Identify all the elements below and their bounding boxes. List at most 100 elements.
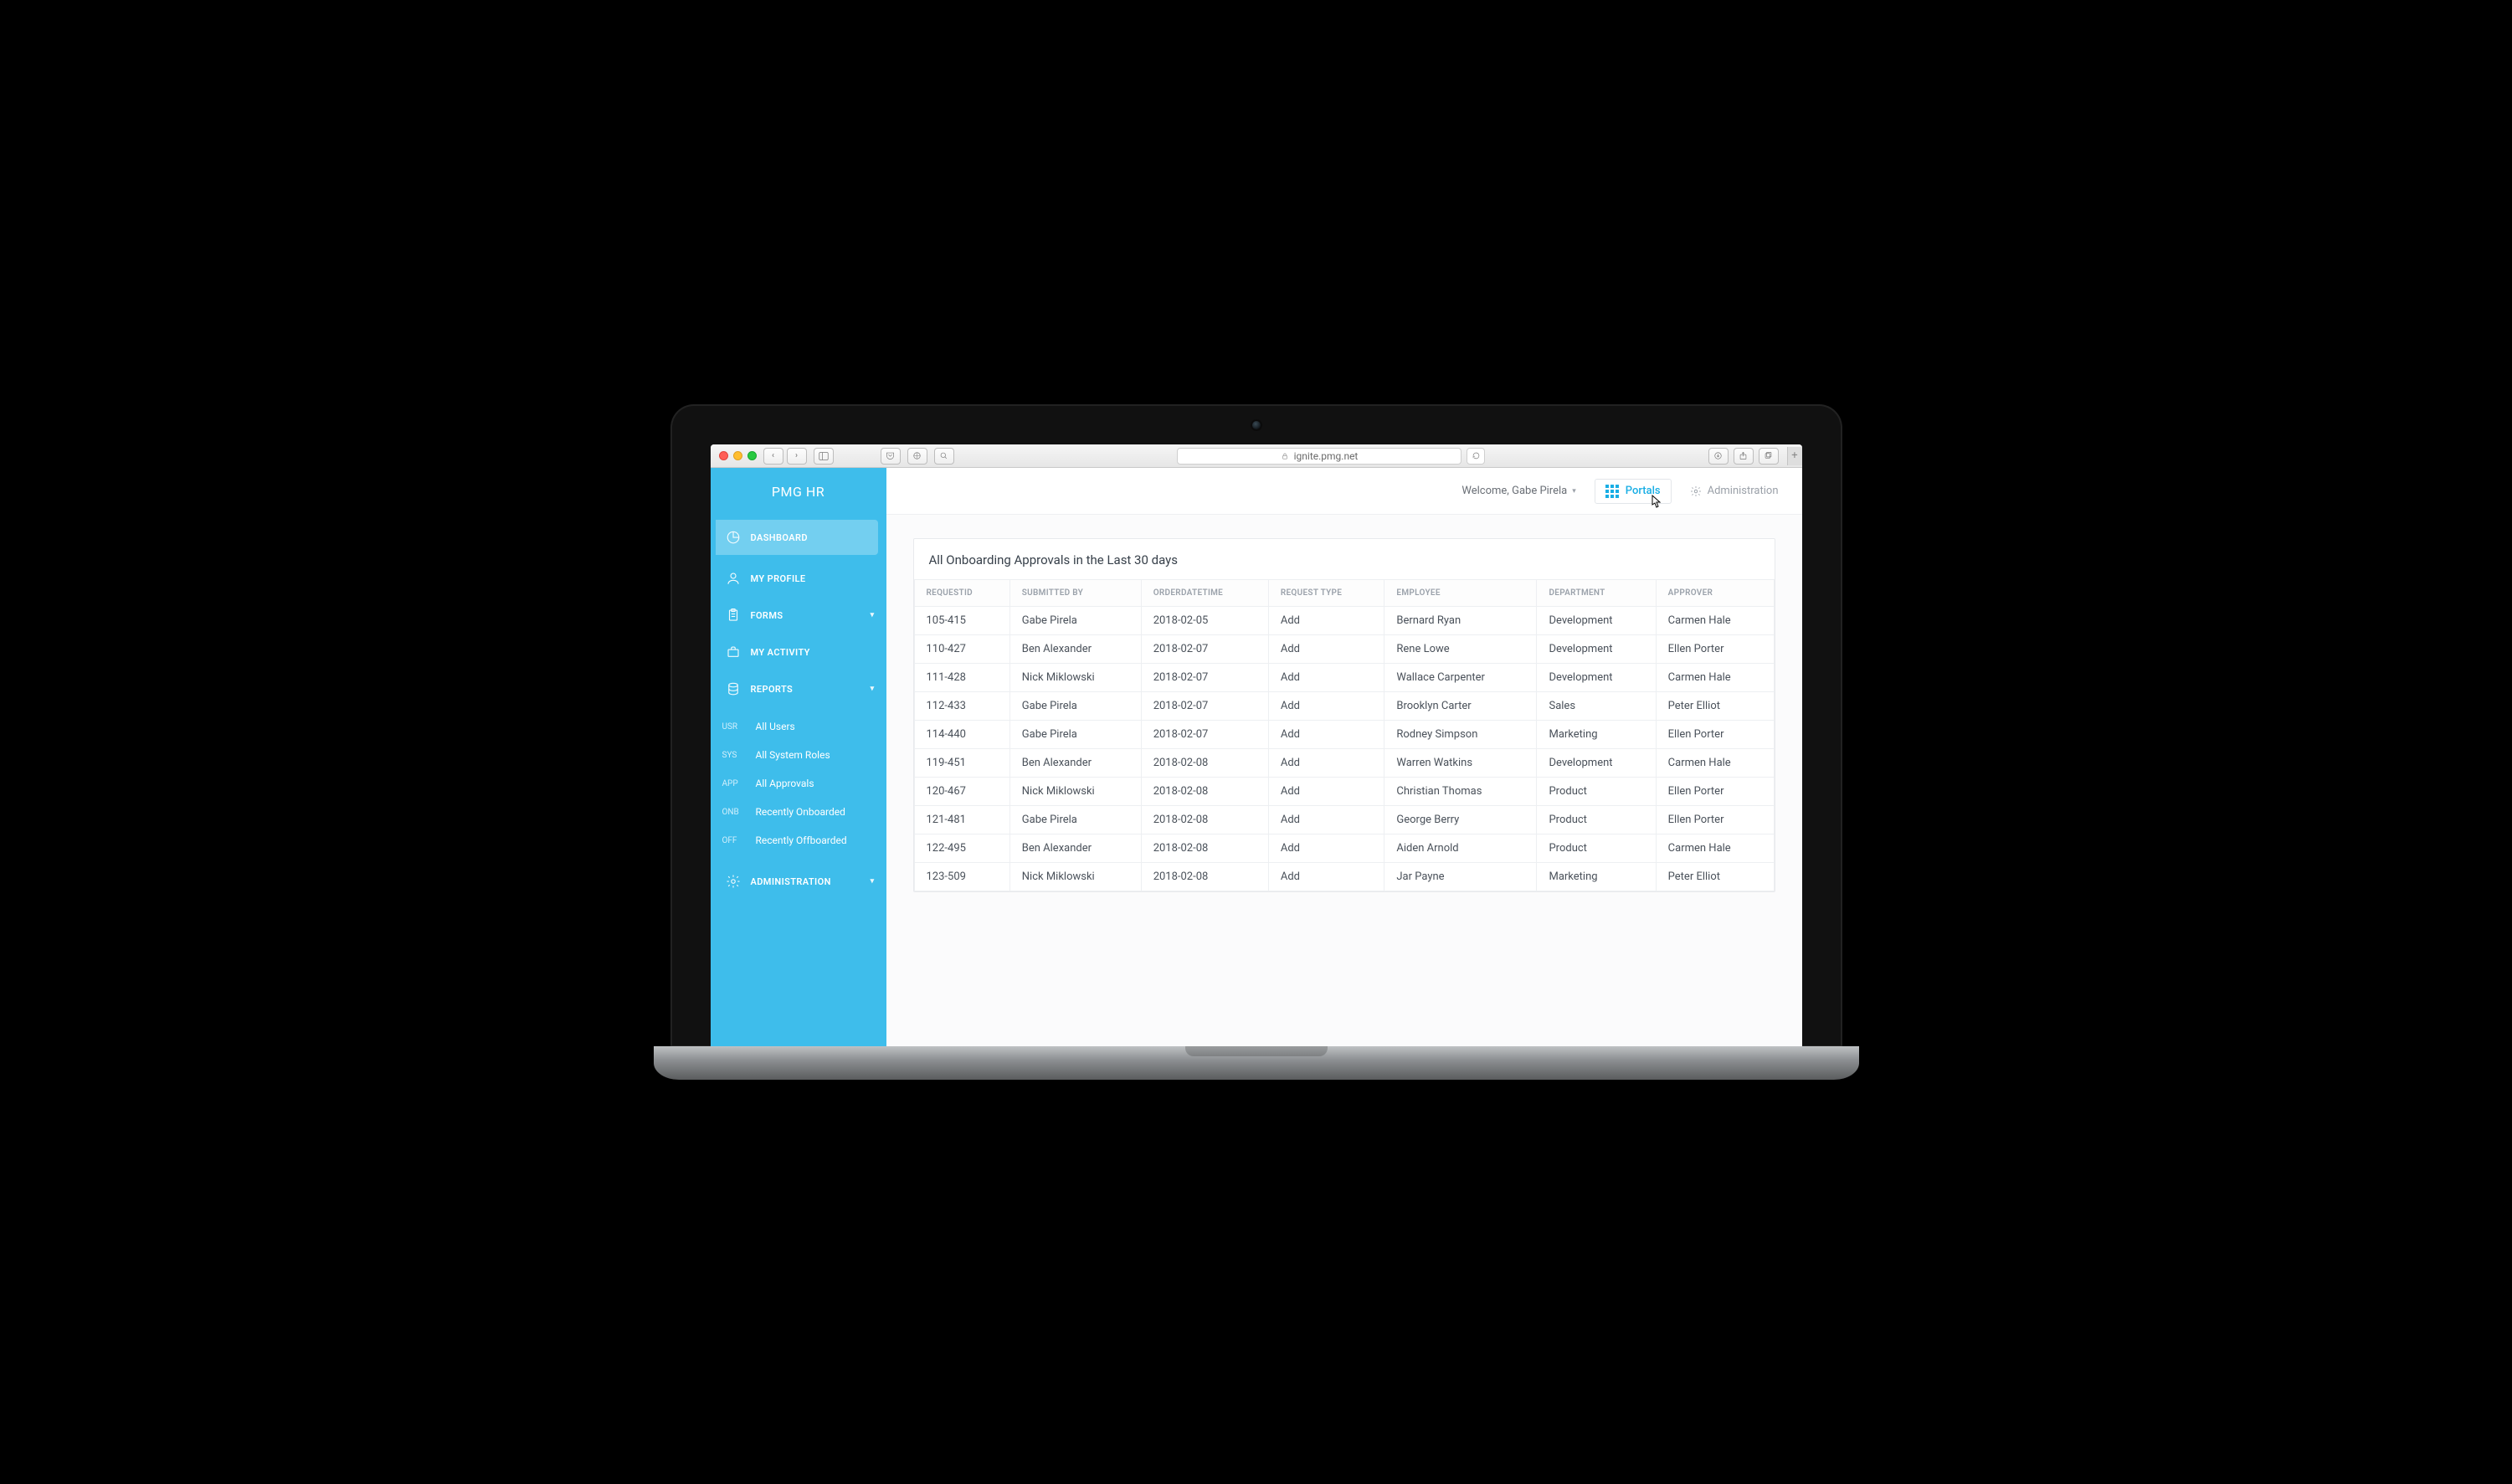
user-menu[interactable]: Welcome, Gabe Pirela ▾ bbox=[1461, 485, 1575, 497]
sidebar-item-administration[interactable]: ADMINISTRATION ▾ bbox=[711, 863, 886, 900]
pocket-button[interactable] bbox=[881, 448, 901, 465]
briefcase-icon bbox=[726, 644, 741, 660]
column-header[interactable]: SUBMITTED BY bbox=[1009, 580, 1141, 607]
column-header[interactable]: DEPARTMENT bbox=[1537, 580, 1656, 607]
portals-button[interactable]: Portals bbox=[1595, 479, 1672, 504]
report-sub-sys[interactable]: SYS All System Roles bbox=[711, 741, 886, 769]
back-button[interactable]: ‹ bbox=[763, 448, 783, 465]
sidebar-item-dashboard[interactable]: DASHBOARD bbox=[716, 520, 878, 555]
table-row[interactable]: 112-433Gabe Pirela2018-02-07AddBrooklyn … bbox=[914, 692, 1774, 721]
report-code: APP bbox=[722, 779, 747, 788]
table-cell: Christian Thomas bbox=[1384, 778, 1537, 806]
address-bar[interactable]: ignite.pmg.net bbox=[1177, 448, 1461, 465]
user-icon bbox=[726, 571, 741, 586]
table-cell: Development bbox=[1537, 635, 1656, 664]
report-code: SYS bbox=[722, 751, 747, 760]
column-header[interactable]: REQUEST TYPE bbox=[1268, 580, 1384, 607]
column-header[interactable]: REQUESTID bbox=[914, 580, 1009, 607]
approvals-table: REQUESTIDSUBMITTED BYORDERDATETIMEREQUES… bbox=[914, 579, 1775, 891]
column-header[interactable]: ORDERDATETIME bbox=[1141, 580, 1268, 607]
table-row[interactable]: 114-440Gabe Pirela2018-02-07AddRodney Si… bbox=[914, 721, 1774, 749]
pocket-icon bbox=[886, 451, 895, 460]
close-window-button[interactable] bbox=[719, 451, 728, 460]
table-cell: Rodney Simpson bbox=[1384, 721, 1537, 749]
new-tab-button[interactable]: + bbox=[1787, 447, 1802, 465]
sidebar-item-label: DASHBOARD bbox=[751, 532, 808, 543]
content: All Onboarding Approvals in the Last 30 … bbox=[886, 515, 1802, 916]
shield-button[interactable] bbox=[907, 448, 927, 465]
table-cell: 105-415 bbox=[914, 607, 1009, 635]
table-cell: Rene Lowe bbox=[1384, 635, 1537, 664]
administration-link[interactable]: Administration bbox=[1690, 485, 1779, 497]
table-cell: Development bbox=[1537, 749, 1656, 778]
pie-icon bbox=[726, 530, 741, 545]
table-cell: Gabe Pirela bbox=[1009, 721, 1141, 749]
report-label: All Approvals bbox=[756, 778, 814, 789]
reload-button[interactable] bbox=[1467, 448, 1485, 465]
report-label: All System Roles bbox=[756, 749, 830, 761]
table-cell: Add bbox=[1268, 834, 1384, 863]
zoom-window-button[interactable] bbox=[747, 451, 757, 460]
table-cell: Development bbox=[1537, 607, 1656, 635]
table-cell: Brooklyn Carter bbox=[1384, 692, 1537, 721]
minimize-window-button[interactable] bbox=[733, 451, 742, 460]
table-cell: Carmen Hale bbox=[1656, 607, 1774, 635]
laptop-mockup: ‹ › ignite bbox=[654, 404, 1859, 1080]
tabs-button[interactable] bbox=[1759, 448, 1779, 465]
table-cell: 119-451 bbox=[914, 749, 1009, 778]
sidebar-item-reports[interactable]: REPORTS▾ bbox=[711, 670, 886, 707]
table-cell: 111-428 bbox=[914, 664, 1009, 692]
gear-icon bbox=[726, 874, 741, 889]
table-cell: Development bbox=[1537, 664, 1656, 692]
table-row[interactable]: 122-495Ben Alexander2018-02-08AddAiden A… bbox=[914, 834, 1774, 863]
table-cell: Gabe Pirela bbox=[1009, 607, 1141, 635]
table-row[interactable]: 110-427Ben Alexander2018-02-07AddRene Lo… bbox=[914, 635, 1774, 664]
table-cell: Add bbox=[1268, 806, 1384, 834]
sidebar-item-myprofile[interactable]: MY PROFILE bbox=[711, 560, 886, 597]
sidebar-item-label: MY ACTIVITY bbox=[751, 647, 810, 658]
table-cell: 123-509 bbox=[914, 863, 1009, 891]
share-button[interactable] bbox=[1734, 448, 1754, 465]
url-text: ignite.pmg.net bbox=[1294, 450, 1359, 462]
table-row[interactable]: 121-481Gabe Pirela2018-02-08AddGeorge Be… bbox=[914, 806, 1774, 834]
card-title: All Onboarding Approvals in the Last 30 … bbox=[914, 539, 1775, 579]
table-cell: 2018-02-07 bbox=[1141, 635, 1268, 664]
column-header[interactable]: EMPLOYEE bbox=[1384, 580, 1537, 607]
table-cell: Add bbox=[1268, 863, 1384, 891]
report-sub-onb[interactable]: ONBRecently Onboarded bbox=[711, 798, 886, 826]
report-sub-off[interactable]: OFFRecently Offboarded bbox=[711, 826, 886, 855]
table-cell: Ellen Porter bbox=[1656, 635, 1774, 664]
table-cell: Add bbox=[1268, 607, 1384, 635]
table-row[interactable]: 120-467Nick Miklowski2018-02-08AddChrist… bbox=[914, 778, 1774, 806]
downloads-button[interactable] bbox=[1708, 448, 1729, 465]
table-row[interactable]: 123-509Nick Miklowski2018-02-08AddJar Pa… bbox=[914, 863, 1774, 891]
table-cell: Add bbox=[1268, 778, 1384, 806]
table-row[interactable]: 119-451Ben Alexander2018-02-08AddWarren … bbox=[914, 749, 1774, 778]
forward-button[interactable]: › bbox=[787, 448, 807, 465]
table-cell: Nick Miklowski bbox=[1009, 863, 1141, 891]
administration-label: Administration bbox=[1708, 485, 1779, 497]
report-sub-usr[interactable]: USRAll Users bbox=[711, 712, 886, 741]
window-controls bbox=[719, 451, 757, 460]
column-header[interactable]: APPROVER bbox=[1656, 580, 1774, 607]
clipboard-icon bbox=[726, 608, 741, 623]
sidebar-item-forms[interactable]: FORMS▾ bbox=[711, 597, 886, 634]
table-cell: Carmen Hale bbox=[1656, 664, 1774, 692]
brand-logo: PMG HR bbox=[711, 468, 886, 515]
sidebar-item-label: MY PROFILE bbox=[751, 573, 806, 584]
camera-icon bbox=[1252, 421, 1261, 429]
table-cell: 2018-02-08 bbox=[1141, 749, 1268, 778]
report-code: USR bbox=[722, 722, 747, 732]
table-cell: 121-481 bbox=[914, 806, 1009, 834]
table-row[interactable]: 105-415Gabe Pirela2018-02-05AddBernard R… bbox=[914, 607, 1774, 635]
laptop-notch bbox=[1185, 1046, 1328, 1056]
table-cell: Peter Elliot bbox=[1656, 692, 1774, 721]
table-cell: Bernard Ryan bbox=[1384, 607, 1537, 635]
reload-icon bbox=[1472, 451, 1481, 460]
table-row[interactable]: 111-428Nick Miklowski2018-02-07AddWallac… bbox=[914, 664, 1774, 692]
sidebar-toggle-button[interactable] bbox=[814, 448, 834, 465]
sidebar-item-myactivity[interactable]: MY ACTIVITY bbox=[711, 634, 886, 670]
search-button[interactable] bbox=[934, 448, 954, 465]
table-cell: Product bbox=[1537, 834, 1656, 863]
report-sub-app[interactable]: APP All Approvals bbox=[711, 769, 886, 798]
